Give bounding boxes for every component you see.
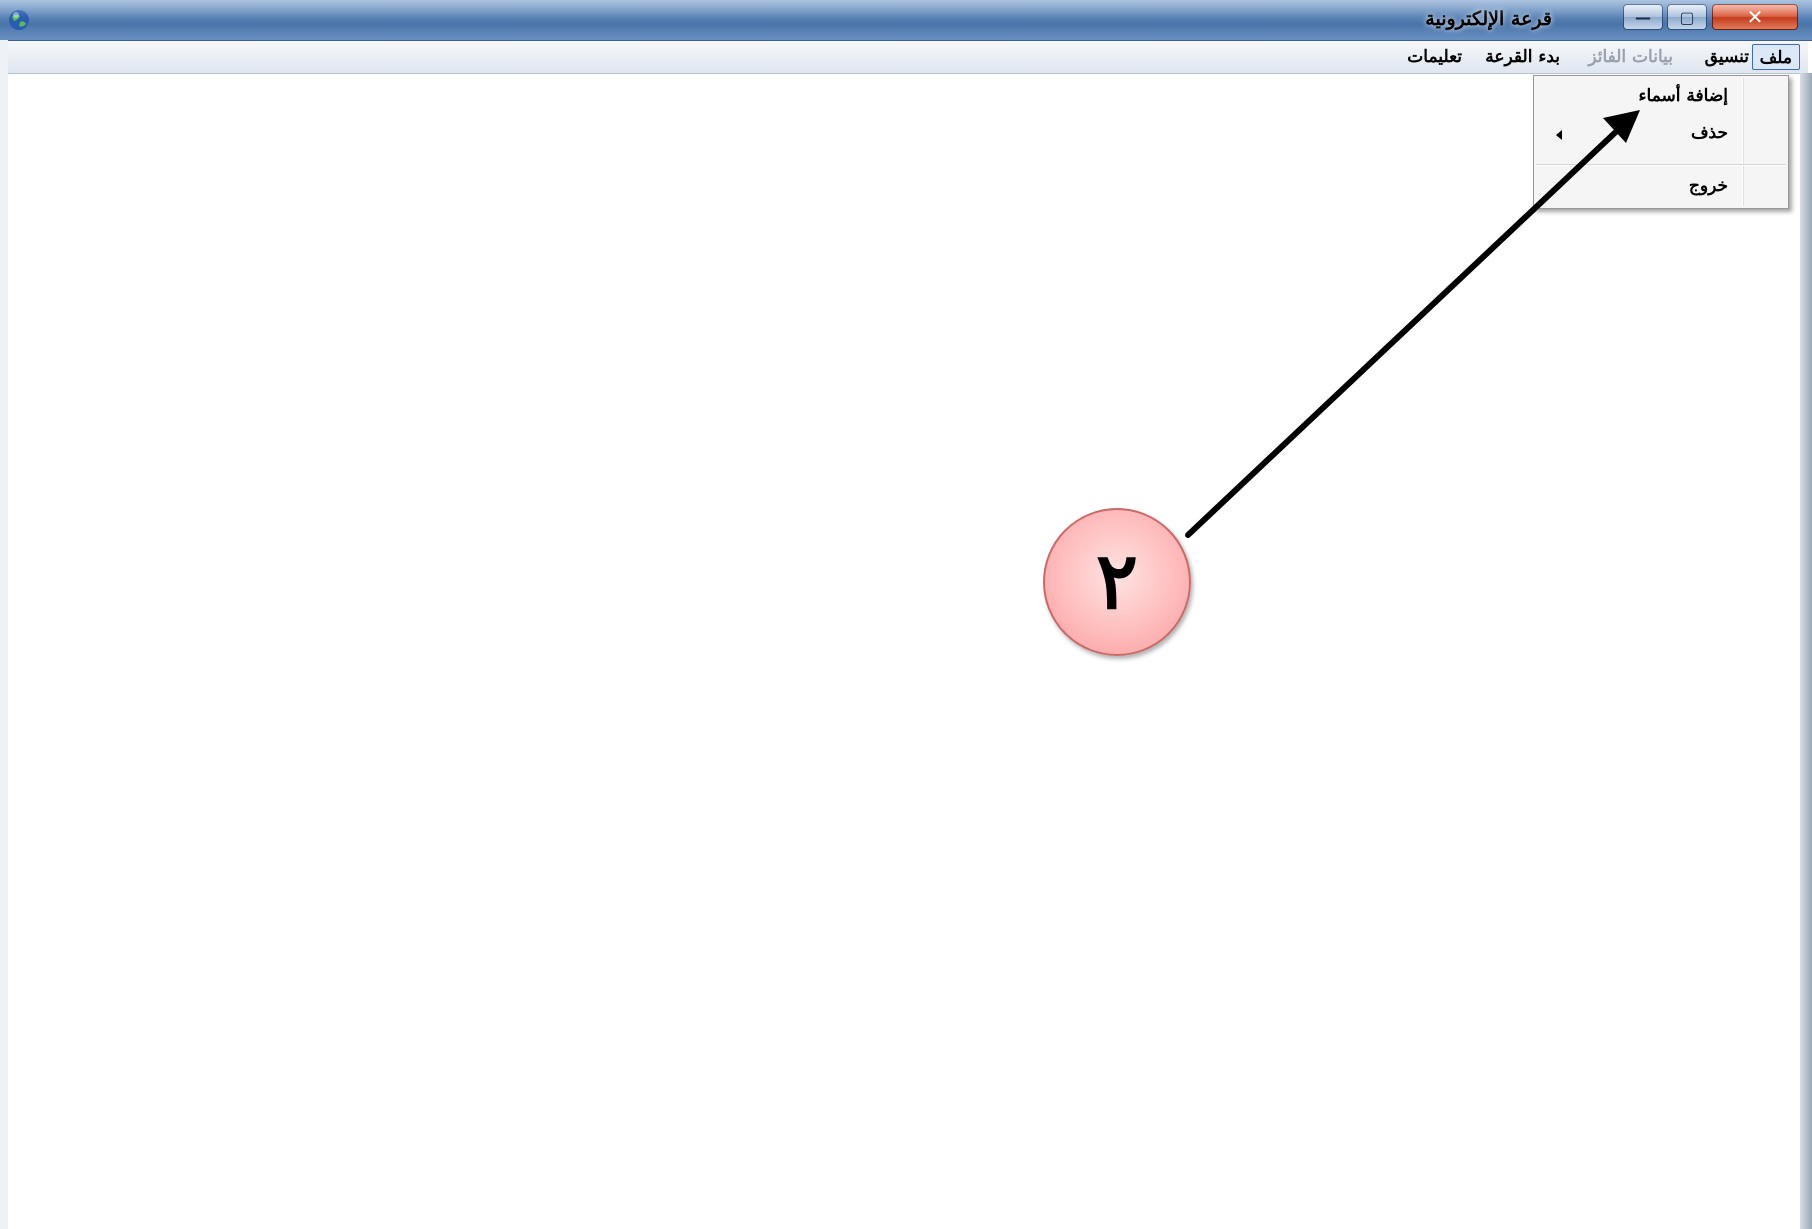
maximize-icon: ▢ (1679, 7, 1695, 27)
menu-file[interactable]: ملف (1751, 44, 1800, 70)
window-left-border (0, 40, 8, 1229)
maximize-button[interactable]: ▢ (1667, 4, 1707, 30)
title-bar[interactable]: قرعة الإلكترونية — ▢ ✕ (0, 0, 1812, 41)
step-badge: ٢ (1043, 508, 1191, 656)
minimize-icon: — (1635, 7, 1651, 27)
globe-icon (9, 10, 29, 30)
app-window: قرعة الإلكترونية — ▢ ✕ ملف تنسيق بيانات … (0, 0, 1812, 1229)
window-right-border (1800, 73, 1812, 1229)
close-button[interactable]: ✕ (1712, 4, 1798, 30)
step-number: ٢ (1096, 536, 1138, 627)
menu-winner-data[interactable]: بيانات الفائز (1581, 44, 1680, 70)
file-menu-dropdown: إضافة أسماء حذف خروج (1533, 75, 1789, 209)
menu-item-add-names[interactable]: إضافة أسماء (1639, 86, 1728, 106)
menu-item-delete[interactable]: حذف (1691, 123, 1728, 143)
minimize-button[interactable]: — (1623, 4, 1663, 30)
submenu-arrow-icon (1556, 130, 1562, 140)
close-icon: ✕ (1746, 5, 1764, 29)
menu-item-exit[interactable]: خروج (1689, 176, 1728, 196)
menu-separator (1536, 164, 1786, 166)
menu-help[interactable]: تعليمات (1400, 44, 1469, 70)
window-title: قرعة الإلكترونية (1425, 8, 1552, 30)
menu-bar: ملف تنسيق بيانات الفائز بدء القرعة تعليم… (8, 41, 1808, 74)
menu-gutter (1742, 78, 1744, 206)
menu-start-draw[interactable]: بدء القرعة (1478, 44, 1567, 70)
menu-format[interactable]: تنسيق (1698, 44, 1756, 70)
